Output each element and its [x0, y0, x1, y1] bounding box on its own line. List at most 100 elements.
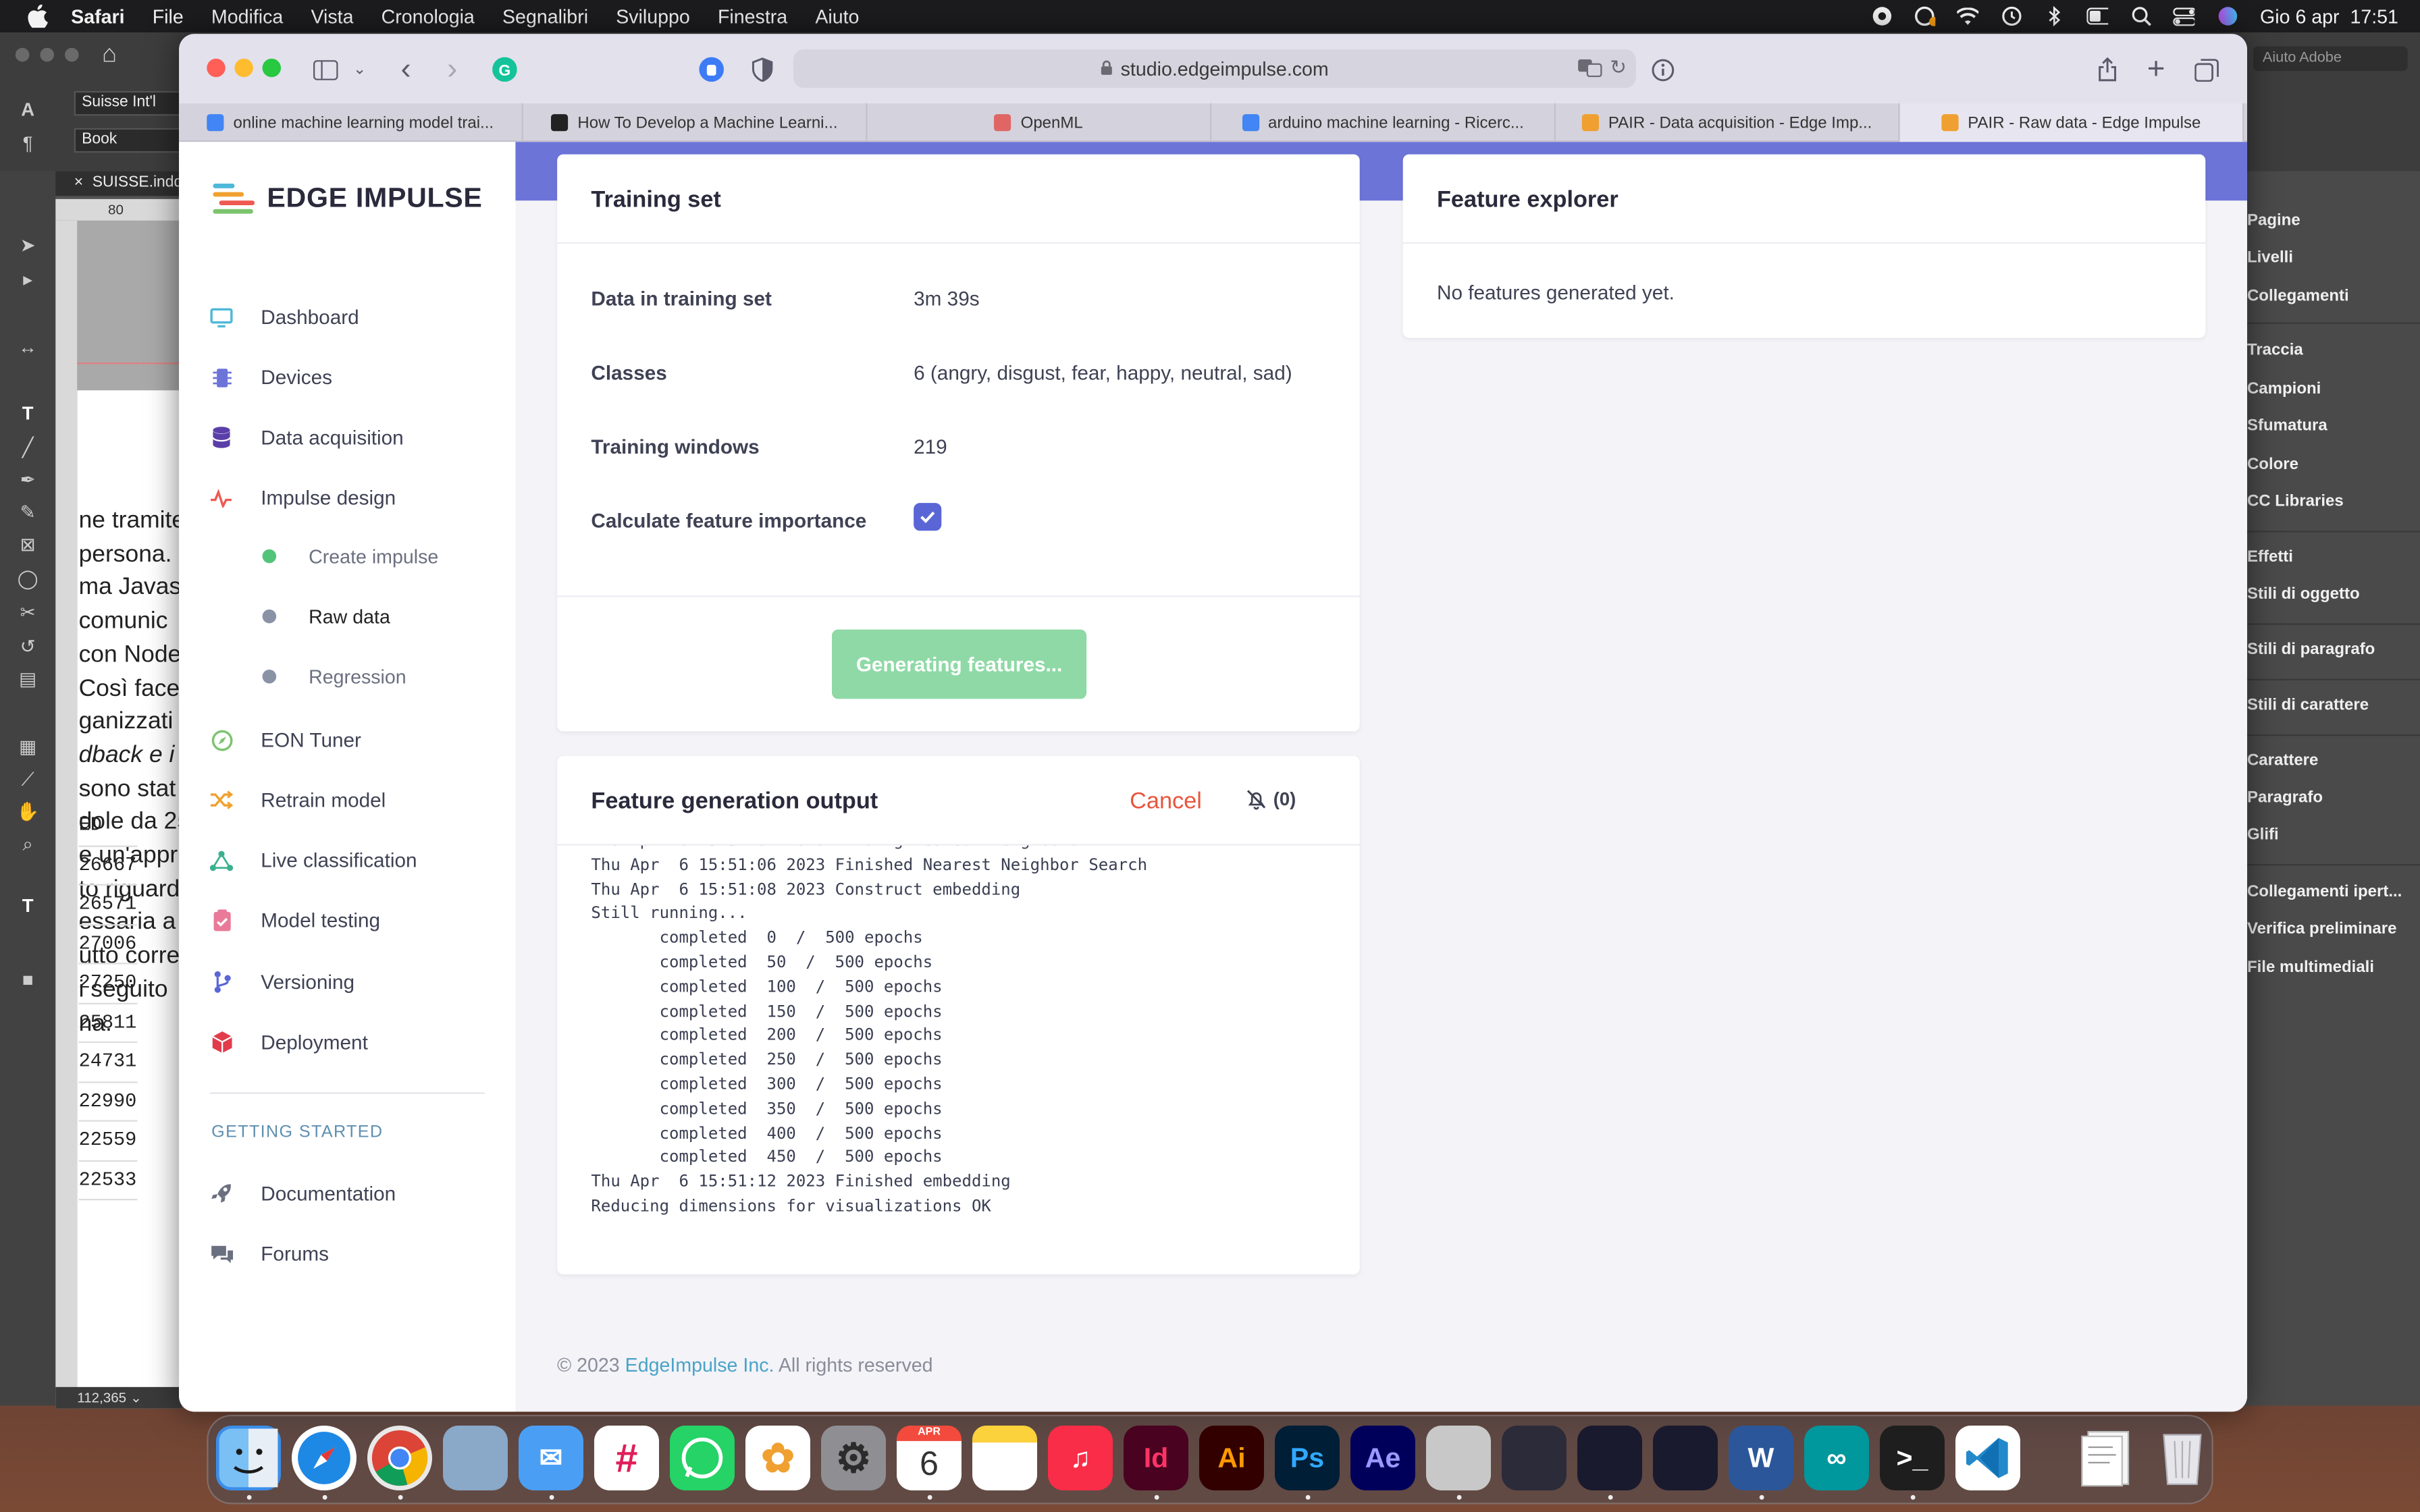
mail-icon[interactable]: ✉: [518, 1425, 583, 1490]
direct-selection-tool-icon[interactable]: ▸: [16, 267, 41, 292]
document-tab[interactable]: × SUISSE.indd: [55, 171, 182, 196]
illustrator-icon[interactable]: Ai: [1199, 1425, 1264, 1490]
sidebar-item-versioning[interactable]: Versioning: [179, 955, 515, 1008]
sidebar-item-documentation[interactable]: Documentation: [179, 1166, 515, 1219]
vscode-icon[interactable]: [1955, 1425, 2020, 1490]
sidebar-item-model-testing[interactable]: Model testing: [179, 893, 515, 946]
rectangle-frame-tool-icon[interactable]: ⊠: [16, 533, 41, 558]
gap-tool-icon[interactable]: ↔: [16, 335, 41, 360]
sidebar-item-devices[interactable]: Devices: [179, 350, 515, 403]
pen-tool-icon[interactable]: ✒: [16, 468, 41, 493]
browser-tab[interactable]: How To Develop a Machine Learni...: [523, 103, 868, 142]
browser-tab[interactable]: OpenML: [868, 103, 1212, 142]
adobe-help-search[interactable]: Aiuto Adobe: [2253, 46, 2408, 72]
zoom-field[interactable]: 112,365 ⌄: [55, 1386, 182, 1409]
eyedropper-tool-icon[interactable]: ⟋: [16, 767, 41, 792]
safari-icon[interactable]: [291, 1425, 357, 1490]
panel-item[interactable]: Stili di oggetto: [2247, 585, 2360, 603]
privacy-shield-icon[interactable]: [749, 55, 777, 83]
grammarly-extension-icon[interactable]: G: [491, 55, 519, 83]
backup-status-icon[interactable]: [1914, 6, 1937, 26]
wifi-icon[interactable]: [1957, 7, 1980, 25]
document-page[interactable]: ne tramite persona. ma Javas comunic con Nod…: [77, 220, 182, 1409]
sidebar-item-eon-tuner[interactable]: EON Tuner: [179, 713, 515, 765]
siri-icon[interactable]: [2217, 7, 2238, 26]
footer-company-link[interactable]: EdgeImpulse Inc.: [625, 1355, 774, 1376]
new-tab-icon[interactable]: +: [2142, 52, 2170, 86]
panel-item[interactable]: Collegamenti ipert...: [2247, 882, 2402, 900]
pencil-tool-icon[interactable]: ✎: [16, 500, 41, 525]
menu-clock[interactable]: Gio 6 apr 17:51: [2260, 5, 2398, 27]
notifications-toggle[interactable]: (0): [1246, 788, 1296, 810]
feature-importance-checkbox[interactable]: [914, 503, 942, 531]
info-icon[interactable]: [1648, 55, 1676, 83]
note-tool-icon[interactable]: ▦: [16, 734, 41, 759]
forward-button[interactable]: ›: [438, 52, 466, 86]
cinema4d-lite-icon[interactable]: [1652, 1425, 1718, 1490]
type-tool-icon[interactable]: T: [16, 401, 41, 426]
minimize-window-button[interactable]: [234, 58, 253, 78]
sidebar-item-regression[interactable]: Regression: [179, 651, 515, 704]
panel-item[interactable]: Glifi: [2247, 826, 2279, 844]
trash-icon[interactable]: [2150, 1426, 2215, 1490]
paragraph-icon[interactable]: ¶: [16, 131, 41, 156]
menu-bookmarks[interactable]: Segnalibri: [502, 5, 588, 27]
arduino-icon[interactable]: ∞: [1804, 1425, 1869, 1490]
menu-view[interactable]: Vista: [311, 5, 353, 27]
edge-impulse-logo[interactable]: EDGE IMPULSE: [213, 182, 482, 215]
panel-item[interactable]: Pagine: [2247, 211, 2300, 230]
panel-item[interactable]: Colore: [2247, 455, 2298, 473]
bluetooth-icon[interactable]: [2044, 6, 2066, 26]
back-button[interactable]: ‹: [392, 52, 420, 86]
settings-icon[interactable]: ⚙: [820, 1425, 886, 1490]
panel-item[interactable]: Effetti: [2247, 547, 2293, 566]
terminal-icon[interactable]: >_: [1879, 1425, 1945, 1490]
panel-item[interactable]: Carattere: [2247, 751, 2318, 770]
fill-stroke-icon[interactable]: ■: [16, 967, 41, 992]
cancel-button[interactable]: Cancel: [1130, 788, 1202, 815]
preview-icon[interactable]: [442, 1425, 508, 1490]
archive-utility-icon[interactable]: [1425, 1425, 1491, 1490]
notes-icon[interactable]: [972, 1425, 1037, 1490]
panel-item[interactable]: Campioni: [2247, 379, 2321, 398]
home-icon[interactable]: ⌂: [102, 42, 117, 70]
hand-tool-icon[interactable]: ✋: [16, 799, 41, 824]
photos-icon[interactable]: ✿: [745, 1425, 810, 1490]
photoshop-icon[interactable]: Ps: [1274, 1425, 1340, 1490]
panel-item[interactable]: Traccia: [2247, 341, 2303, 359]
aftereffects-icon[interactable]: Ae: [1350, 1425, 1415, 1490]
selection-tool-icon[interactable]: ➤: [16, 233, 41, 258]
browser-tab[interactable]: PAIR - Data acquisition - Edge Imp...: [1556, 103, 1900, 142]
menu-develop[interactable]: Sviluppo: [616, 5, 690, 27]
creative-cloud-icon[interactable]: [1871, 7, 1893, 26]
menu-app-name[interactable]: Safari: [71, 5, 124, 27]
sidebar-item-live-classification[interactable]: Live classification: [179, 833, 515, 886]
panel-item[interactable]: Paragrafo: [2247, 788, 2323, 807]
generate-features-button[interactable]: Generating features...: [831, 629, 1087, 699]
control-center-icon[interactable]: [2174, 7, 2196, 26]
menu-help[interactable]: Aiuto: [815, 5, 859, 27]
panel-item[interactable]: Collegamenti: [2247, 287, 2349, 305]
translate-icon[interactable]: [1577, 59, 1602, 82]
format-text-icon[interactable]: T: [16, 893, 41, 918]
panel-item[interactable]: Livelli: [2247, 248, 2293, 267]
documents-stack-icon[interactable]: [2074, 1426, 2139, 1490]
panel-item[interactable]: Verifica preliminare: [2247, 919, 2396, 938]
davinci-icon[interactable]: [1501, 1425, 1567, 1490]
music-icon[interactable]: ♫: [1047, 1425, 1113, 1490]
sidebar-item-data-acquisition[interactable]: Data acquisition: [179, 410, 515, 463]
battery-icon[interactable]: [2087, 7, 2109, 25]
sidebar-item-impulse-design[interactable]: Impulse design: [179, 470, 515, 523]
sidebar-item-dashboard[interactable]: Dashboard: [179, 290, 515, 343]
zoom-tool-icon[interactable]: ⌕: [16, 832, 41, 857]
sidebar-item-create-impulse[interactable]: Create impulse: [179, 531, 515, 583]
type-tool-icon[interactable]: A: [16, 97, 41, 122]
rotate-tool-icon[interactable]: ↺: [16, 634, 41, 659]
sidebar-item-forums[interactable]: Forums: [179, 1226, 515, 1279]
apple-icon[interactable]: [25, 4, 50, 29]
panel-item[interactable]: Sfumatura: [2247, 416, 2327, 435]
browser-tab[interactable]: online machine learning model trai...: [179, 103, 523, 142]
cinema4d-icon[interactable]: [1577, 1425, 1642, 1490]
menu-history[interactable]: Cronologia: [382, 5, 475, 27]
indesign-icon[interactable]: Id: [1123, 1425, 1188, 1490]
